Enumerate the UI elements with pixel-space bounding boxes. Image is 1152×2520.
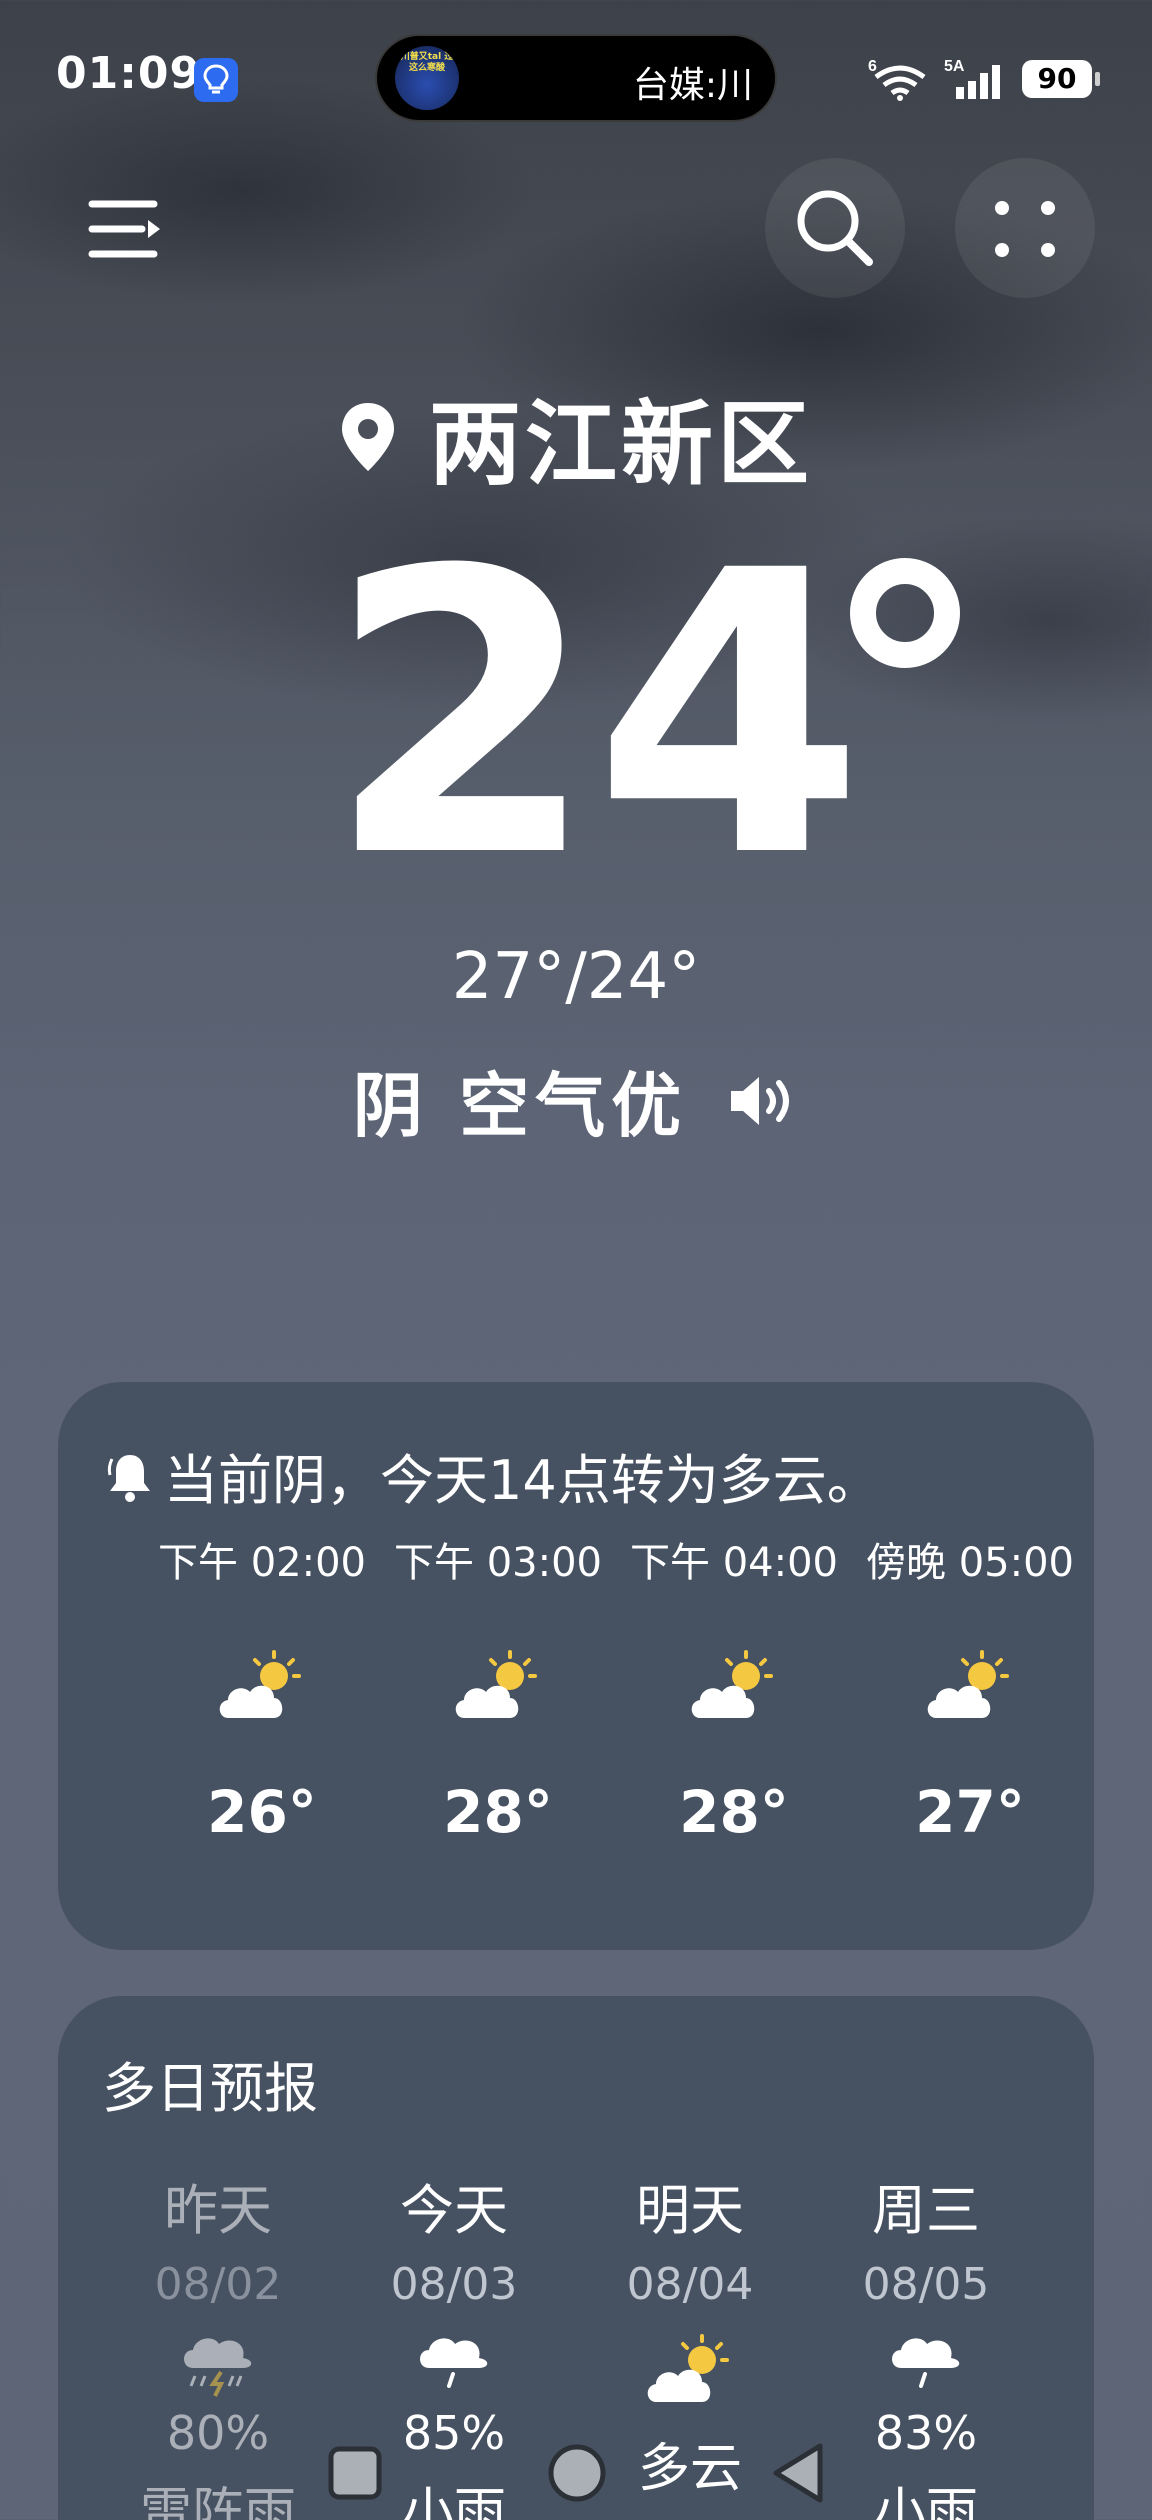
hour-temperature: 26°: [207, 1778, 317, 1846]
partly-cloudy-icon: [455, 1650, 537, 1718]
location-pin-icon: [341, 402, 394, 471]
bell-icon: [107, 1454, 150, 1502]
dynamic-island-notification[interactable]: 川普又tal 过这么寒酸 台媒:川: [375, 34, 777, 122]
weather-alert: 当前阴，今天14点转为多云。: [106, 1436, 881, 1515]
back-button[interactable]: [768, 2440, 828, 2506]
hour-label: 傍晚 05:00: [866, 1540, 1074, 1586]
condition-text: 阴 空气优: [352, 1065, 688, 1147]
menu-icon: [88, 200, 160, 258]
hour-item: 傍晚 05:00 27°: [852, 1530, 1088, 1846]
news-thumbnail-caption: 川普又tal 过这么寒酸: [400, 52, 454, 73]
news-thumbnail: 川普又tal 过这么寒酸: [395, 46, 459, 110]
hour-label: 下午 04:00: [630, 1540, 838, 1586]
island-headline: 台媒:川: [632, 65, 753, 106]
light-rain-icon: [420, 2338, 488, 2388]
current-temperature: 24: [326, 488, 865, 942]
hourly-list[interactable]: 下午 02:00 26° 下午 03:00 28° 下午 04:00 28° 傍…: [58, 1530, 1094, 1930]
battery-indicator: 90: [1022, 60, 1100, 98]
hour-item: 下午 03:00 28°: [380, 1530, 616, 1846]
hourly-forecast-card[interactable]: 当前阴，今天14点转为多云。 下午 02:00 26° 下午 03:00 28°…: [58, 1382, 1094, 1950]
day-date: 08/05: [862, 2259, 990, 2310]
status-icons: 6 5A 90: [868, 54, 1100, 104]
forecast-title: 多日预报: [102, 2057, 318, 2120]
search-button[interactable]: [765, 158, 905, 298]
thunderstorm-icon: [184, 2338, 252, 2397]
light-rain-icon: [892, 2338, 960, 2388]
day-name: 昨天: [164, 2179, 272, 2242]
partly-cloudy-icon: [219, 1650, 301, 1718]
condition-row: 阴 空气优: [0, 1050, 1152, 1151]
partly-cloudy-icon: [927, 1650, 1009, 1718]
more-icon: [995, 201, 1055, 257]
hour-temperature: 28°: [679, 1778, 789, 1846]
alert-text: 当前阴，今天14点转为多云。: [164, 1449, 881, 1512]
system-navigation-bar: [0, 2430, 1152, 2520]
hour-item: 下午 04:00 28°: [616, 1530, 852, 1846]
hour-temperature: 27°: [915, 1778, 1025, 1846]
partly-cloudy-icon: [691, 1650, 773, 1718]
day-name: 今天: [400, 2179, 508, 2242]
search-icon: [797, 190, 873, 266]
status-time: 01:09: [56, 48, 202, 99]
speaker-icon[interactable]: [727, 1071, 799, 1131]
location-row[interactable]: 两江新区: [0, 370, 1152, 503]
day-date: 08/04: [626, 2259, 754, 2310]
day-name: 明天: [636, 2179, 744, 2242]
high-low-temperature: 27°/24°: [451, 940, 701, 1014]
day-name: 周三: [872, 2179, 980, 2242]
day-date: 08/03: [390, 2259, 518, 2310]
menu-button[interactable]: [86, 196, 166, 262]
status-bar: 01:09 川普又tal 过这么寒酸 台媒:川 6 5A 90: [0, 0, 1152, 150]
lightbulb-icon: [194, 58, 238, 102]
home-button[interactable]: [546, 2442, 608, 2504]
day-date: 08/02: [154, 2259, 282, 2310]
hour-label: 下午 02:00: [158, 1540, 366, 1586]
svg-text:5A: 5A: [944, 58, 965, 75]
cellular-signal-icon: 5A: [944, 58, 1000, 99]
location-name: 两江新区: [428, 391, 813, 498]
wifi-icon: 6: [868, 58, 926, 101]
more-options-button[interactable]: [955, 158, 1095, 298]
hour-item: 下午 02:00 26°: [144, 1530, 380, 1846]
hour-temperature: 28°: [443, 1778, 553, 1846]
hour-label: 下午 03:00: [394, 1540, 602, 1586]
svg-text:6: 6: [868, 58, 877, 75]
recent-apps-button[interactable]: [326, 2444, 384, 2502]
partly-cloudy-icon: [647, 2334, 729, 2402]
degree-symbol: [850, 558, 960, 668]
